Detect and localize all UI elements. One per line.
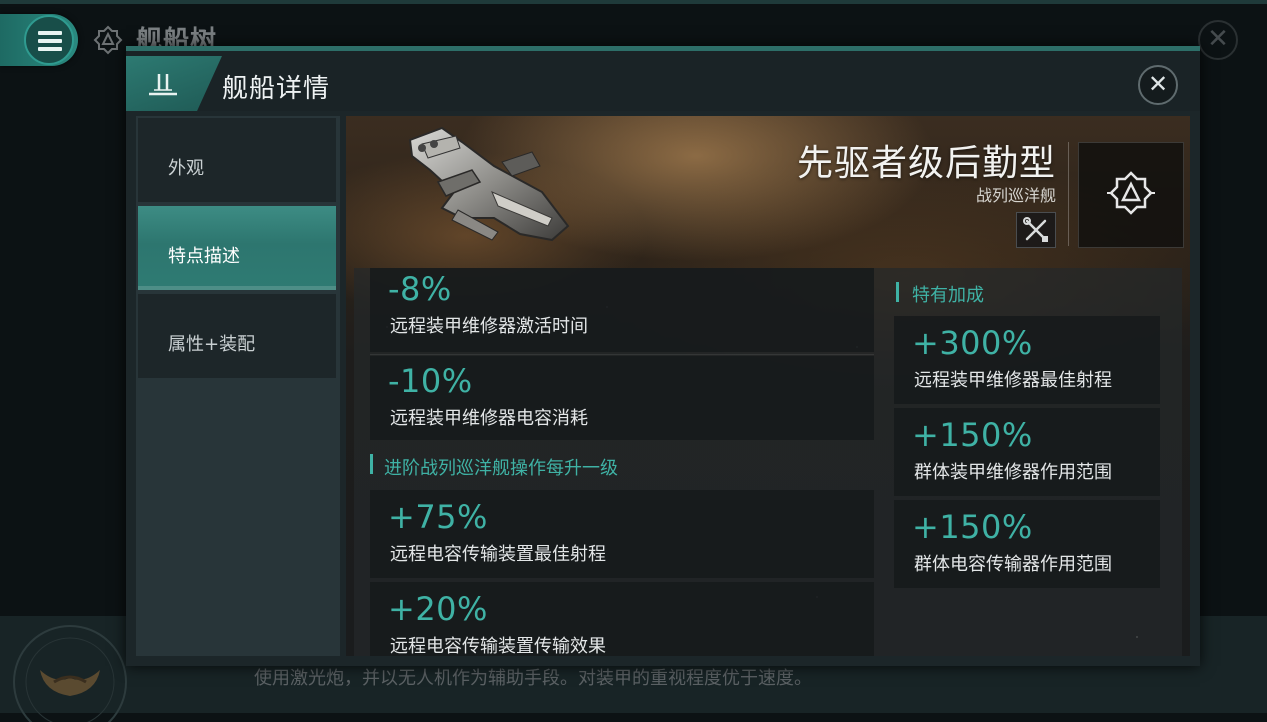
row-separator bbox=[370, 354, 874, 355]
tab-label: 特点描述 bbox=[168, 246, 240, 267]
bonus-row: +20% 远程电容传输装置传输效果 bbox=[370, 582, 874, 656]
bonus-row: +75% 远程电容传输装置最佳射程 bbox=[370, 490, 874, 578]
header-divider bbox=[1068, 142, 1069, 246]
ship-tree-icon bbox=[93, 25, 123, 55]
bonus-row: -10% 远程装甲维修器电容消耗 bbox=[370, 356, 874, 440]
section-heading-advanced: 进阶战列巡洋舰操作每升一级 bbox=[384, 458, 618, 479]
tab-attributes-fitting[interactable]: 属性+装配 bbox=[138, 294, 336, 378]
header-tab bbox=[126, 56, 222, 111]
bonus-row: +150% 群体电容传输器作用范围 bbox=[894, 500, 1160, 588]
close-icon: ✕ bbox=[1147, 70, 1169, 98]
bonus-description: 远程装甲维修器激活时间 bbox=[390, 316, 588, 337]
faction-emblem bbox=[1078, 142, 1184, 248]
section-marker bbox=[896, 282, 899, 302]
bonus-description: 远程电容传输装置最佳射程 bbox=[390, 544, 606, 565]
bonus-row: -8% 远程装甲维修器激活时间 bbox=[370, 268, 874, 352]
ship-details-icon bbox=[149, 74, 177, 96]
bonus-description: 远程装甲维修器电容消耗 bbox=[390, 408, 588, 429]
bonus-description: 远程装甲维修器最佳射程 bbox=[914, 370, 1112, 391]
bonus-value: -10% bbox=[388, 362, 473, 400]
bonus-value: +300% bbox=[912, 324, 1033, 362]
bonus-value: +150% bbox=[912, 416, 1033, 454]
top-border bbox=[0, 0, 1267, 4]
bonus-value: +75% bbox=[388, 498, 488, 536]
faction-emblem-icon bbox=[13, 625, 127, 722]
bonus-value: +150% bbox=[912, 508, 1033, 546]
bonus-value: +20% bbox=[388, 590, 488, 628]
ship-class: 战列巡洋舰 bbox=[975, 186, 1056, 205]
background-close-button[interactable]: ✕ bbox=[1198, 20, 1238, 60]
tools-icon bbox=[1023, 217, 1048, 242]
tab-label: 外观 bbox=[168, 158, 204, 179]
amarr-emblem-icon bbox=[1107, 171, 1155, 215]
section-heading-special: 特有加成 bbox=[912, 285, 984, 306]
tab-appearance[interactable]: 外观 bbox=[138, 118, 336, 202]
bonus-panel: -8% 远程装甲维修器激活时间 -10% 远程装甲维修器电容消耗 进阶战列巡洋舰… bbox=[354, 268, 1182, 656]
ship-description: 使用激光炮，并以无人机作为辅助手段。对装甲的重视程度优于速度。 bbox=[254, 668, 812, 689]
modal-header: 舰船详情 ✕ bbox=[126, 51, 1200, 111]
section-marker bbox=[370, 454, 373, 474]
bonus-description: 群体装甲维修器作用范围 bbox=[914, 462, 1112, 483]
ship-details-modal: 舰船详情 ✕ 外观 特点描述 属性+装配 先驱者级后勤型 战列巡洋舰 -8% 远… bbox=[126, 46, 1200, 666]
menu-button-circle bbox=[24, 15, 74, 65]
detail-nav: 外观 特点描述 属性+装配 bbox=[136, 116, 340, 656]
ship-name: 先驱者级后勤型 bbox=[796, 143, 1056, 184]
modal-title: 舰船详情 bbox=[222, 74, 331, 104]
bonus-description: 远程电容传输装置传输效果 bbox=[390, 636, 606, 656]
bonus-description: 群体电容传输器作用范围 bbox=[914, 554, 1112, 575]
bonus-row: +300% 远程装甲维修器最佳射程 bbox=[894, 316, 1160, 404]
bonus-value: -8% bbox=[388, 270, 452, 308]
tab-label: 属性+装配 bbox=[168, 334, 256, 355]
ship-image bbox=[408, 126, 570, 242]
bonus-row: +150% 群体装甲维修器作用范围 bbox=[894, 408, 1160, 496]
fitting-tools-button[interactable] bbox=[1016, 212, 1056, 248]
hamburger-icon bbox=[38, 31, 62, 55]
close-button[interactable]: ✕ bbox=[1138, 65, 1178, 105]
menu-button[interactable] bbox=[0, 14, 78, 66]
detail-content: 先驱者级后勤型 战列巡洋舰 -8% 远程装甲维修器激活时间 -10% 远程装甲维… bbox=[346, 116, 1190, 656]
tab-characteristics[interactable]: 特点描述 bbox=[138, 206, 336, 290]
